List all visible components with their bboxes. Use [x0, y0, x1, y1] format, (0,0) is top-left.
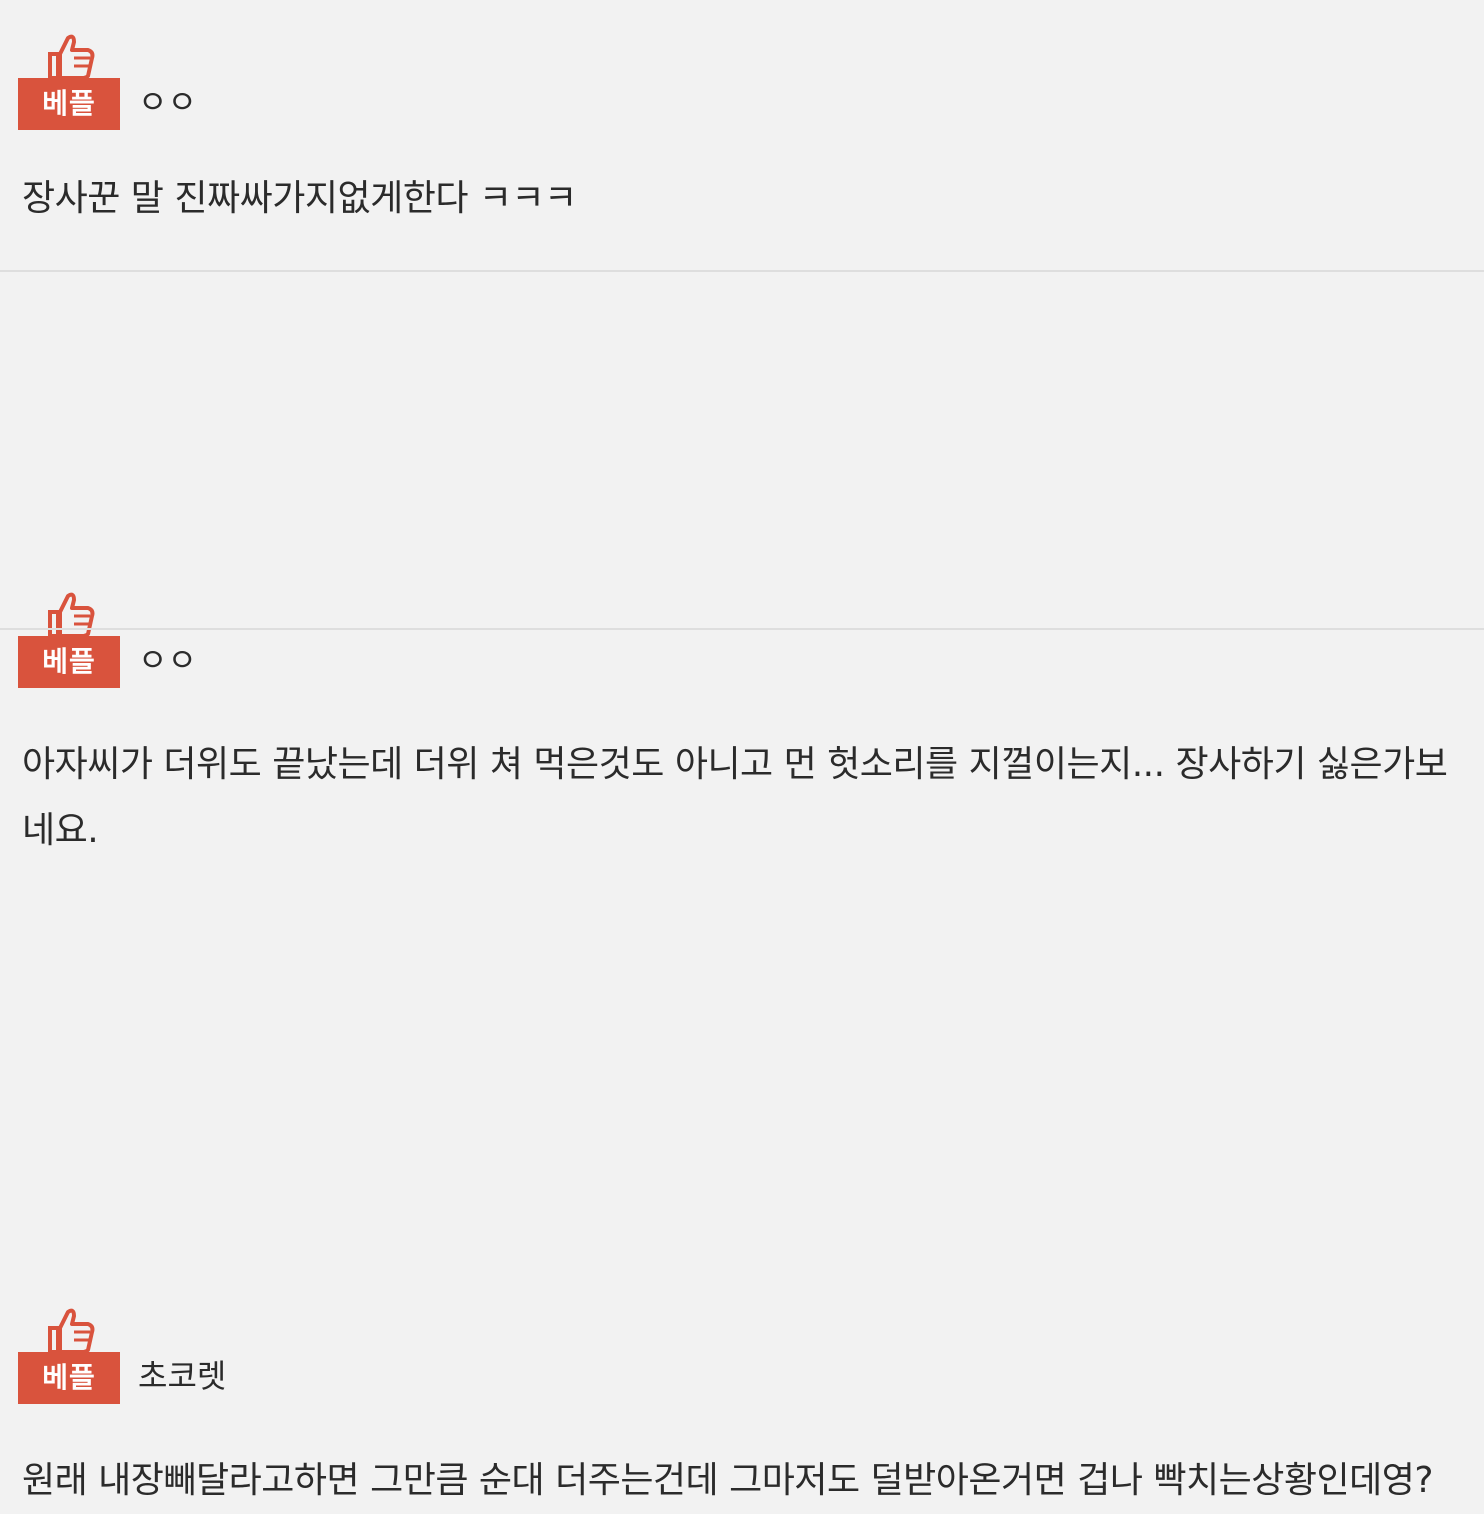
thumbs-up-icon: [48, 1308, 95, 1354]
comment-item: 베플 ㅇㅇ 장사꾼 말 진짜싸가지없게한다 ㅋㅋㅋ: [0, 0, 1484, 270]
comment-text: 원래 내장빼달라고하면 그만큼 순대 더주는건데 그마저도 덜받아온거면 겁나 …: [22, 1460, 1433, 1501]
best-badge-label: 베플: [18, 1352, 120, 1404]
comment-header: 베플 초코렛: [18, 1306, 226, 1406]
username[interactable]: ㅇㅇ: [138, 82, 197, 122]
comment-text: 장사꾼 말 진짜싸가지없게한다 ㅋㅋㅋ: [22, 178, 577, 219]
comment-item: 베플 ㅇㅇ 아자씨가 더위도 끝났는데 더위 쳐 먹은것도 아니고 먼 헛소리를…: [0, 272, 1484, 851]
thumbs-up-icon: [48, 34, 95, 80]
comment-list: 베플 ㅇㅇ 장사꾼 말 진짜싸가지없게한다 ㅋㅋㅋ 베플 ㅇㅇ 아자씨가 더위도…: [0, 0, 1484, 1501]
best-badge-label: 베플: [18, 78, 120, 130]
comment-item: 베플 초코렛 원래 내장빼달라고하면 그만큼 순대 더주는건데 그마저도 덜받아…: [0, 630, 1484, 1501]
username[interactable]: 초코렛: [138, 1356, 226, 1396]
best-reply-badge: 베플: [18, 1306, 120, 1406]
comment-header: 베플 ㅇㅇ: [18, 32, 197, 132]
best-reply-badge: 베플: [18, 32, 120, 132]
